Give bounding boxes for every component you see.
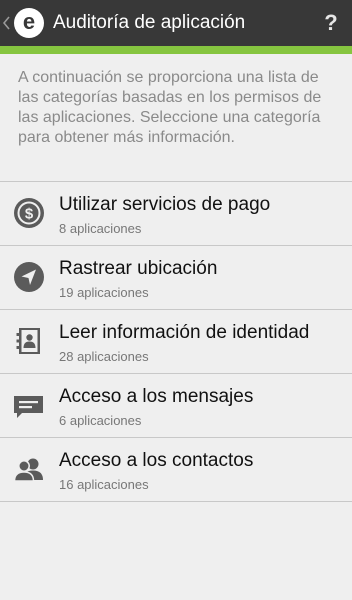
back-chevron-icon[interactable] [2,0,10,46]
contacts-people-icon [12,452,46,486]
list-item-count: 19 aplicaciones [59,285,149,300]
logo-letter: e [22,8,36,34]
list-item-title: Utilizar servicios de pago [59,194,271,215]
list-item-messages[interactable]: Acceso a los mensajes 6 aplicaciones [0,374,352,438]
dollar-coin-icon: $ [12,196,46,230]
category-list: $ Utilizar servicios de pago 8 aplicacio… [0,181,352,502]
list-item-payment-services[interactable]: $ Utilizar servicios de pago 8 aplicacio… [0,182,352,246]
list-item-count: 6 aplicaciones [59,413,142,428]
accent-bar [0,46,352,54]
action-bar: e Auditoría de aplicación ? [0,0,352,46]
list-item-title: Acceso a los mensajes [59,386,254,407]
svg-text:$: $ [25,206,34,223]
page-title: Auditoría de aplicación [53,12,246,33]
list-item-track-location[interactable]: Rastrear ubicación 19 aplicaciones [0,246,352,310]
app-logo[interactable]: e [14,8,44,38]
contact-book-icon [12,324,46,358]
list-item-count: 28 aplicaciones [59,349,149,364]
location-arrow-icon [12,260,46,294]
list-item-title: Acceso a los contactos [59,450,254,471]
message-icon [12,388,46,422]
list-item-count: 8 aplicaciones [59,221,142,236]
list-item-count: 16 aplicaciones [59,477,149,492]
list-item-contacts[interactable]: Acceso a los contactos 16 aplicaciones [0,438,352,502]
list-item-title: Leer información de identidad [59,322,310,343]
help-button[interactable]: ? [316,0,346,46]
list-item-title: Rastrear ubicación [59,258,218,279]
list-item-identity-info[interactable]: Leer información de identidad 28 aplicac… [0,310,352,374]
intro-text: A continuación se proporciona una lista … [18,69,322,146]
